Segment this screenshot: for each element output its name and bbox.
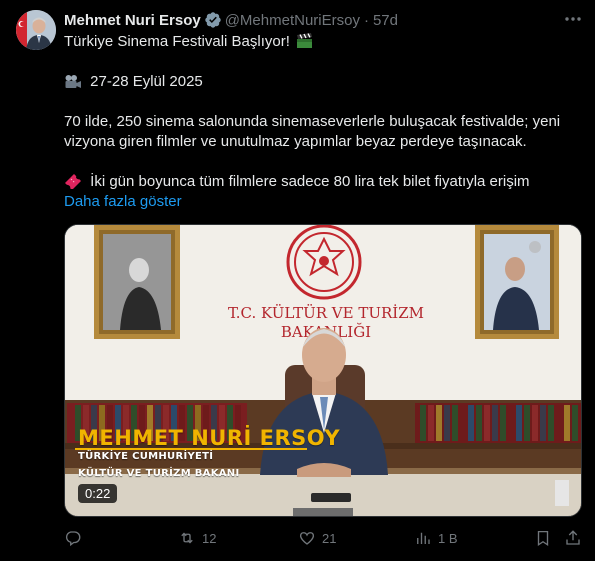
text-line-ticket: İki gün boyunca tüm filmlere sadece 80 l… [64,172,584,192]
retweet-button[interactable]: 12 [178,527,216,549]
wall-sign-line1: T.C. KÜLTÜR VE TURİZM [228,304,424,322]
bookmark-icon [537,530,549,547]
separator-dot: · [363,11,369,29]
text-line-date: 27-28 Eylül 2025 [64,72,584,92]
show-more-label[interactable]: Daha fazla göster [64,193,182,210]
views-button[interactable]: 1 B [414,527,458,549]
date-text: 27-28 Eylül 2025 [90,73,203,90]
lower-third-subtitle-1: TÜRKİYE CUMHURİYETİ [78,451,214,462]
lower-third-name: MEHMET NURİ ERSOY [78,426,341,450]
video-duration: 0:22 [78,484,118,503]
text-line-body-1: 70 ilde, 250 sinema salonunda sinemaseve… [64,113,561,130]
text-line-body-2: vizyona giren filmler ve unutulmaz yapım… [64,133,527,150]
show-more-link[interactable]: Daha fazla göster [64,192,584,212]
retweet-icon [181,532,193,544]
retweet-count: 12 [202,530,217,546]
views-count: 1 B [438,530,458,546]
like-count: 21 [322,530,337,546]
reply-icon [65,531,81,547]
ticket-text: İki gün boyunca tüm filmlere sadece 80 l… [90,173,530,190]
avatar[interactable] [16,10,56,50]
timestamp[interactable]: 57d [373,12,398,29]
share-button[interactable] [564,527,582,549]
title-text: Türkiye Sinema Festivali Başlıyor! [64,33,290,50]
avatar-image [16,10,56,50]
ticket-icon [65,174,81,189]
share-icon [566,530,580,545]
tweet: Mehmet Nuri Ersoy @MehmetNuriErsoy · 57d… [0,0,595,561]
clapper-board-icon [297,33,313,48]
tweet-text: Türkiye Sinema Festivali Başlıyor! 27-28… [64,32,584,212]
like-button[interactable]: 21 [298,527,336,549]
author-handle[interactable]: @MehmetNuriErsoy [225,12,360,29]
tweet-header: Mehmet Nuri Ersoy @MehmetNuriErsoy · 57d [64,11,398,29]
like-icon [299,532,315,545]
author-name[interactable]: Mehmet Nuri Ersoy [64,12,201,29]
action-bar: 12 21 1 B [64,527,584,549]
views-icon [417,532,430,544]
movie-camera-icon [65,75,81,88]
bookmark-button[interactable] [534,527,552,549]
lower-third-subtitle-2: KÜLTÜR VE TURİZM BAKANI [78,468,240,479]
text-line-title: Türkiye Sinema Festivali Başlıyor! [64,32,584,52]
reply-button[interactable] [64,527,88,549]
video-player[interactable]: T.C. KÜLTÜR VE TURİZM BAKANLIĞI [64,224,582,517]
more-icon[interactable] [562,9,584,29]
verified-badge-icon [205,12,221,28]
